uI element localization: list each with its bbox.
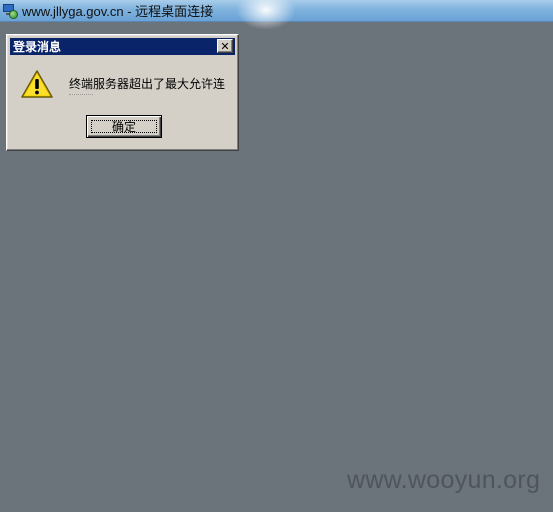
window-titlebar[interactable]: www.jllyga.gov.cn - 远程桌面连接: [0, 0, 553, 30]
remote-desktop-icon[interactable]: [2, 3, 18, 19]
message-overflow: [69, 89, 93, 95]
watermark: www.wooyun.org: [347, 466, 541, 494]
warning-icon: [21, 70, 53, 98]
ok-button-label: 确定: [111, 120, 136, 134]
dialog-title: 登录消息: [13, 40, 62, 54]
titlebar-glow: [236, 0, 296, 30]
window-title: www.jllyga.gov.cn - 远程桌面连接: [22, 4, 214, 19]
close-button[interactable]: ✕: [217, 39, 233, 53]
close-icon: ✕: [220, 39, 230, 53]
dialog-titlebar[interactable]: 登录消息 ✕: [10, 38, 235, 55]
ok-button[interactable]: 确定: [86, 115, 162, 138]
login-message-dialog: 登录消息 ✕ 终端服务器超出了最大允许连 确定: [6, 34, 239, 151]
